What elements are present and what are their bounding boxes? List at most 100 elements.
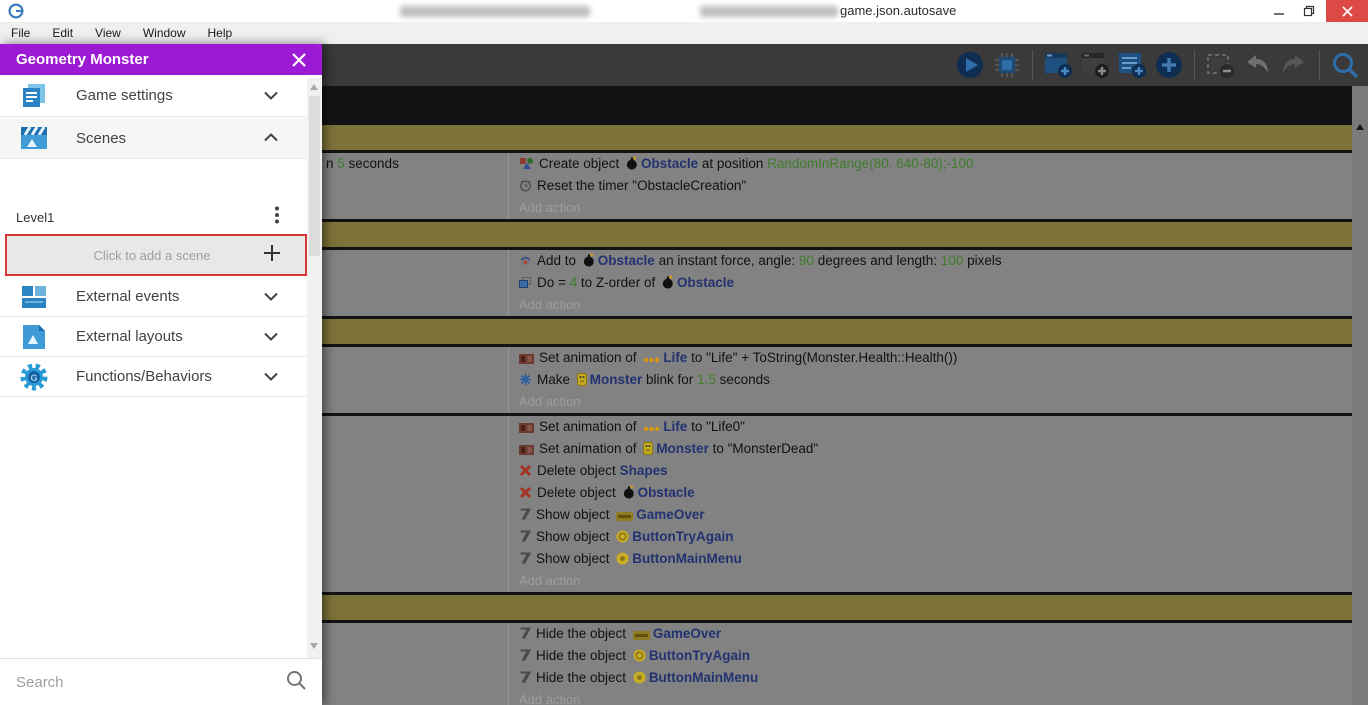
event-action[interactable]: Add to Obstacle an instant force, angle:…	[509, 250, 1352, 272]
menu-item-window[interactable]: Window	[132, 22, 197, 44]
close-drawer-button[interactable]	[290, 51, 308, 69]
play-icon[interactable]	[955, 50, 985, 80]
menu-item-edit[interactable]: Edit	[41, 22, 84, 44]
window-title: game.json.autosave	[840, 3, 957, 18]
sidebar-item-label: External layouts	[76, 328, 183, 345]
event-action[interactable]: Make Monster blink for 1.5 seconds	[509, 369, 1352, 391]
event-action[interactable]: Hide the object ButtonTryAgain	[509, 645, 1352, 667]
sidebar-item-functions-behaviors[interactable]: G Functions/Behaviors	[0, 357, 307, 397]
add-action-button[interactable]: Add action	[509, 570, 1352, 592]
monster-icon	[576, 371, 587, 391]
add-event-icon[interactable]	[1043, 50, 1073, 80]
delete-icon	[519, 462, 532, 482]
sidebar-item-label: Game settings	[76, 87, 173, 104]
button-dot-icon	[616, 550, 629, 570]
add-scene-label: Click to add a scene	[93, 247, 211, 263]
chevron-up-icon[interactable]	[263, 129, 279, 147]
event-action[interactable]: Show object ButtonTryAgain	[509, 526, 1352, 548]
delete-icon	[519, 484, 532, 504]
app-window: game.json.autosave File Edit View Window Hel…	[0, 0, 1368, 705]
drawer-scrollbar[interactable]	[307, 78, 322, 701]
add-action-button[interactable]: Add action	[509, 197, 1352, 219]
undo-icon[interactable]	[1242, 50, 1272, 80]
add-comment-icon[interactable]	[1117, 50, 1147, 80]
add-scene-button[interactable]: Click to add a scene	[5, 234, 307, 276]
minimize-button[interactable]	[1264, 0, 1294, 22]
event-action[interactable]: Set animation of Life to "Life" + ToStri…	[509, 347, 1352, 369]
drawer-header: Geometry Monster	[0, 44, 322, 75]
blurred-title-text	[700, 6, 838, 17]
redo-icon[interactable]	[1279, 50, 1309, 80]
visibility-icon	[519, 550, 532, 570]
add-action-button[interactable]: Add action	[509, 391, 1352, 413]
gameover-icon	[632, 625, 650, 645]
search-input[interactable]	[0, 673, 286, 691]
obstacle-icon	[662, 274, 674, 294]
scroll-up-icon[interactable]	[1356, 124, 1364, 130]
search-icon	[286, 670, 306, 695]
event-condition[interactable]: n 5 seconds	[326, 153, 399, 175]
event-action[interactable]: Set animation of Monster to "MonsterDead…	[509, 438, 1352, 460]
event-action[interactable]: Hide the object ButtonMainMenu	[509, 667, 1352, 689]
event-action[interactable]: Set animation of Life to "Life0"	[509, 416, 1352, 438]
event-action[interactable]: Create object Obstacle at position Rando…	[509, 153, 1352, 175]
chevron-down-icon[interactable]	[263, 288, 279, 306]
close-window-icon	[1341, 5, 1353, 17]
title-bar: game.json.autosave	[0, 0, 1368, 22]
sidebar-item-external-events[interactable]: External events	[0, 277, 307, 317]
event-action[interactable]: Delete object Obstacle	[509, 482, 1352, 504]
functions-icon: G	[18, 362, 50, 392]
chevron-down-icon[interactable]	[263, 368, 279, 386]
visibility-icon	[519, 528, 532, 548]
menu-item-help[interactable]: Help	[197, 22, 244, 44]
scene-item-level1[interactable]: Level1	[0, 200, 307, 235]
debug-icon[interactable]	[992, 50, 1022, 80]
plus-icon	[263, 244, 281, 267]
event-action[interactable]: Do = 4 to Z-order of Obstacle	[509, 272, 1352, 294]
external-layouts-icon	[18, 322, 50, 352]
add-action-button[interactable]: Add action	[509, 689, 1352, 705]
menu-item-view[interactable]: View	[84, 22, 132, 44]
create-object-icon	[519, 155, 534, 175]
kebab-menu-icon[interactable]	[275, 206, 279, 229]
scroll-down-icon[interactable]	[310, 643, 318, 649]
add-circle-icon[interactable]	[1154, 50, 1184, 80]
sidebar-item-label: External events	[76, 288, 180, 305]
event-action[interactable]: Show object ButtonMainMenu	[509, 548, 1352, 570]
button-ring-icon	[633, 647, 646, 667]
close-window-button[interactable]	[1326, 0, 1368, 22]
blurred-title-text	[400, 6, 590, 17]
delete-event-icon[interactable]	[1205, 50, 1235, 80]
scroll-up-icon[interactable]	[310, 84, 318, 90]
event-action[interactable]: Hide the object GameOver	[509, 623, 1352, 645]
button-ring-icon	[616, 528, 629, 548]
monster-icon	[643, 440, 654, 460]
search-icon[interactable]	[1330, 50, 1360, 80]
animation-icon	[519, 440, 534, 460]
project-manager-drawer: Geometry Monster Game settings Scenes Exte…	[0, 44, 322, 705]
restore-button[interactable]	[1294, 0, 1324, 22]
sidebar-item-game-settings[interactable]: Game settings	[0, 75, 307, 117]
chevron-down-icon[interactable]	[263, 87, 279, 105]
zorder-icon	[519, 274, 532, 294]
sidebar-item-label: Scenes	[76, 129, 127, 147]
add-subevent-icon[interactable]	[1080, 50, 1110, 80]
sidebar-item-external-layouts[interactable]: External layouts	[0, 317, 307, 357]
scene-name: Level1	[16, 210, 55, 225]
event-action[interactable]: Show object GameOver	[509, 504, 1352, 526]
chevron-down-icon[interactable]	[263, 328, 279, 346]
life-icon	[643, 349, 660, 369]
sidebar-item-scenes[interactable]: Scenes	[0, 118, 307, 159]
close-icon	[292, 53, 306, 67]
events-scrollbar[interactable]	[1352, 86, 1368, 705]
event-action[interactable]: Delete object Shapes	[509, 460, 1352, 482]
animation-icon	[519, 349, 534, 369]
scrollbar-thumb[interactable]	[309, 96, 320, 256]
event-action[interactable]: Reset the timer "ObstacleCreation"	[509, 175, 1352, 197]
obstacle-icon	[623, 484, 635, 504]
menu-item-file[interactable]: File	[0, 22, 41, 44]
menu-bar: File Edit View Window Help	[0, 22, 1368, 44]
visibility-icon	[519, 625, 532, 645]
add-action-button[interactable]: Add action	[509, 294, 1352, 316]
timer-icon	[519, 177, 532, 197]
